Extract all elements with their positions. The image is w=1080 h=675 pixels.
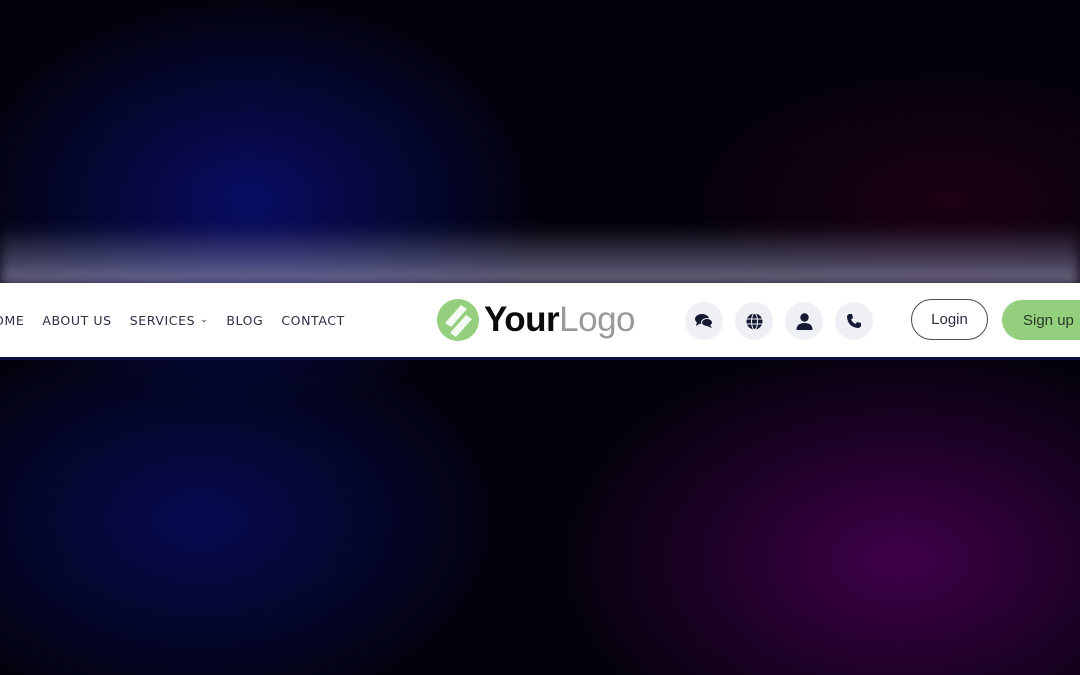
- navbar: HOME ABOUT US SERVICES ⌄ BLOG CONTACT You…: [0, 283, 1080, 360]
- nav-label: HOME: [0, 312, 25, 328]
- logo[interactable]: YourLogo: [437, 299, 636, 341]
- nav-services[interactable]: SERVICES ⌄: [130, 313, 209, 328]
- phone-button[interactable]: [835, 302, 873, 340]
- nav-about-us[interactable]: ABOUT US: [42, 313, 111, 328]
- nav-home[interactable]: HOME: [0, 313, 24, 328]
- chat-icon: [695, 314, 713, 328]
- icon-buttons: [685, 302, 873, 340]
- language-button[interactable]: [735, 302, 773, 340]
- logo-text-your: Your: [484, 300, 560, 339]
- logo-mark-icon: [437, 299, 479, 341]
- chevron-down-icon: ⌄: [200, 315, 209, 325]
- nav-contact[interactable]: CONTACT: [281, 313, 344, 328]
- nav-label: SERVICES: [129, 312, 196, 328]
- nav-label: CONTACT: [281, 312, 345, 328]
- user-icon: [796, 312, 812, 330]
- logo-text: YourLogo: [484, 300, 636, 340]
- chat-button[interactable]: [685, 302, 723, 340]
- logo-text-logo: Logo: [559, 300, 636, 339]
- globe-icon: [746, 312, 762, 330]
- nav-blog[interactable]: BLOG: [226, 313, 263, 328]
- background-glow: [0, 225, 1080, 285]
- phone-icon: [847, 314, 861, 328]
- main-menu: HOME ABOUT US SERVICES ⌄ BLOG CONTACT: [0, 283, 345, 357]
- login-button[interactable]: Login: [911, 299, 988, 340]
- nav-label: BLOG: [226, 312, 264, 328]
- account-button[interactable]: [785, 302, 823, 340]
- signup-button[interactable]: Sign up: [1002, 300, 1080, 340]
- nav-label: ABOUT US: [42, 312, 112, 328]
